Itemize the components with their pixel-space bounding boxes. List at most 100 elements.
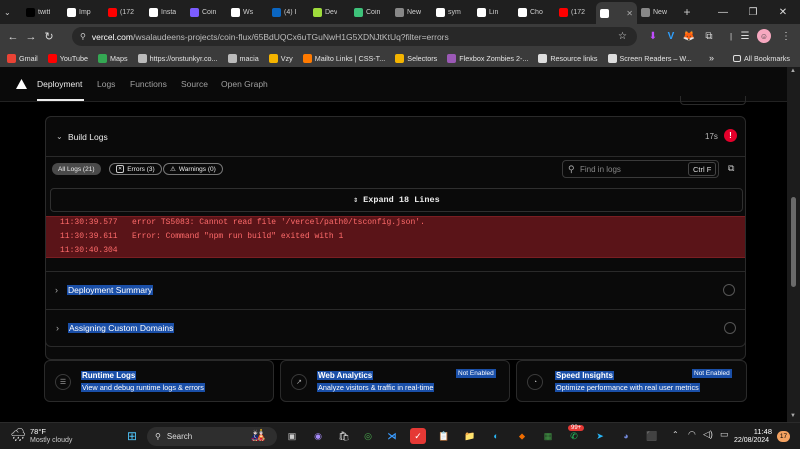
notification-count[interactable]: 17 [777, 431, 790, 442]
task-view-icon[interactable]: ▣ [284, 428, 300, 444]
profile-avatar[interactable]: ☺ [757, 29, 771, 43]
browser-tab[interactable]: sym [432, 0, 473, 24]
browser-tab[interactable]: Coin [350, 0, 391, 24]
store-icon[interactable]: 🛍 [336, 428, 352, 444]
speed-insights-card[interactable]: ◔ Speed Insights Optimize performance wi… [516, 360, 747, 402]
volume-icon[interactable]: ◁) [703, 429, 713, 440]
browser-tab[interactable]: New [391, 0, 432, 24]
chevron-down-icon[interactable]: ⌄ [56, 132, 63, 141]
page-scrollbar[interactable]: ▲ ▼ [787, 67, 800, 422]
browser-tab[interactable]: Dev [309, 0, 350, 24]
web-analytics-card[interactable]: ↗ Web Analytics Analyze visitors & traff… [280, 360, 510, 402]
wifi-icon[interactable]: ◠ [688, 429, 696, 440]
app-icon[interactable]: ⬛ [644, 428, 660, 444]
runtime-logs-card[interactable]: ☰ Runtime Logs View and debug runtime lo… [44, 360, 274, 402]
bookmark-item[interactable]: Screen Readers – W... [603, 53, 697, 63]
browser-tab[interactable]: New [637, 0, 678, 24]
bookmark-star-icon[interactable]: ☆ [618, 31, 627, 42]
search-highlight-icon[interactable]: 🎎 [250, 427, 266, 443]
bookmark-item[interactable]: YouTube [43, 53, 93, 63]
tab-open-graph[interactable]: Open Graph [221, 79, 268, 89]
bookmark-item[interactable]: Maps [93, 53, 133, 63]
clock-date[interactable]: 22/08/2024 [734, 437, 769, 444]
back-icon[interactable]: ← [4, 31, 22, 43]
custom-domains-row[interactable]: › Assigning Custom Domains [45, 309, 746, 347]
clipboard-icon[interactable]: 📋 [436, 428, 452, 444]
windows-start-icon[interactable]: ⊞ [124, 428, 140, 444]
log-line: 11:30:40.304 [60, 246, 132, 255]
minimize-icon[interactable]: — [708, 0, 738, 24]
chevron-up-icon[interactable]: ⌃ [672, 430, 679, 439]
close-tab-icon[interactable]: ✕ [626, 9, 633, 18]
x-icon [26, 7, 35, 17]
vimeo-extension-icon[interactable]: V [664, 29, 678, 43]
download-extension-icon[interactable]: ⬇ [646, 29, 660, 43]
bookmark-item[interactable]: https://onstunkyr.co... [133, 53, 223, 63]
edge-icon[interactable]: ◐ [488, 428, 504, 444]
browser-tab[interactable]: Coin [186, 0, 227, 24]
weather-desc[interactable]: Mostly cloudy [30, 437, 72, 444]
vscode-icon[interactable]: ⋊ [384, 428, 400, 444]
reading-list-icon[interactable]: ☰ [738, 29, 752, 43]
todo-icon[interactable]: ✓ [410, 428, 426, 444]
scrollbar-thumb[interactable] [791, 197, 796, 287]
bookmark-item[interactable]: Gmail [2, 53, 43, 63]
forward-icon[interactable]: → [22, 31, 40, 43]
clock-time[interactable]: 11:48 [745, 427, 772, 436]
deployment-summary-row[interactable]: › Deployment Summary [45, 271, 746, 309]
browser-tab[interactable]: (172 [104, 0, 145, 24]
tab-logs[interactable]: Logs [97, 79, 115, 89]
app-icon[interactable]: ▦ [540, 428, 556, 444]
weather-cloud-icon[interactable]: 🌧 [10, 427, 27, 443]
browser-tab[interactable]: Imp [63, 0, 104, 24]
bookmark-item[interactable]: Resource links [533, 53, 602, 63]
filter-all-logs[interactable]: All Logs (21) [52, 163, 101, 175]
browser-tab[interactable]: twitt [22, 0, 63, 24]
site-info-icon[interactable]: ⚲ [80, 32, 86, 41]
chrome-icon[interactable]: ◎ [360, 428, 376, 444]
metamask-extension-icon[interactable]: 🦊 [682, 29, 696, 43]
browser-tab[interactable]: ✕ [596, 2, 637, 24]
new-tab-button[interactable]: + [678, 0, 696, 24]
discord-icon[interactable]: ◕ [618, 428, 634, 444]
bookmark-item[interactable]: Mailto Links | CSS-T... [298, 53, 391, 63]
bookmarks-overflow-button[interactable]: » [704, 53, 719, 63]
extensions-puzzle-icon[interactable]: ⧉ [702, 29, 716, 43]
close-window-icon[interactable]: ✕ [768, 0, 798, 24]
browser-tab[interactable]: Cho [514, 0, 555, 24]
teams-icon[interactable]: ◉ [310, 428, 326, 444]
maximize-icon[interactable]: ❐ [738, 0, 768, 24]
reload-icon[interactable]: ↻ [40, 30, 58, 43]
divider-icon: | [729, 31, 733, 41]
file-explorer-icon[interactable]: 📁 [462, 428, 478, 444]
tab-source[interactable]: Source [181, 79, 208, 89]
browser-tab[interactable]: Ws [227, 0, 268, 24]
vercel-logo-icon[interactable] [16, 79, 27, 89]
browser-tab[interactable]: Insta [145, 0, 186, 24]
telegram-icon[interactable]: ➤ [592, 428, 608, 444]
scroll-up-icon[interactable]: ▲ [790, 68, 796, 74]
browser-tab[interactable]: (4) I [268, 0, 309, 24]
build-logs-title[interactable]: Build Logs [68, 132, 108, 142]
tab-search-button[interactable]: ⌄ [0, 0, 22, 24]
bookmark-item[interactable]: Vzy [264, 53, 298, 63]
git-icon[interactable]: ⬥ [514, 428, 530, 444]
tab-deployment[interactable]: Deployment [37, 79, 82, 89]
weather-temp[interactable]: 78°F [30, 427, 46, 436]
bookmark-item[interactable]: Selectors [390, 53, 442, 63]
log-search-input[interactable]: ⚲ Find in logs Ctrl F [562, 160, 719, 178]
battery-icon[interactable]: ▭ [720, 429, 729, 440]
browser-menu-icon[interactable]: ⋮ [779, 29, 793, 43]
scroll-down-icon[interactable]: ▼ [790, 413, 796, 419]
browser-tab[interactable]: (172 [555, 0, 596, 24]
address-bar[interactable]: ⚲ vercel.com/wsalaudeens-projects/coin-f… [72, 27, 637, 46]
all-bookmarks-button[interactable]: All Bookmarks [728, 54, 795, 63]
expand-lines-button[interactable]: ⇕ Expand 18 Lines [50, 188, 743, 212]
filter-errors[interactable]: ✕ Errors (3) [109, 163, 162, 175]
bookmark-item[interactable]: Flexbox Zombies 2-... [442, 53, 533, 63]
tab-functions[interactable]: Functions [130, 79, 167, 89]
browser-tab[interactable]: Lin [473, 0, 514, 24]
bookmark-item[interactable]: macia [223, 53, 264, 63]
copy-icon[interactable]: ⧉ [728, 163, 734, 174]
filter-warnings[interactable]: ⚠ Warnings (0) [163, 163, 223, 175]
